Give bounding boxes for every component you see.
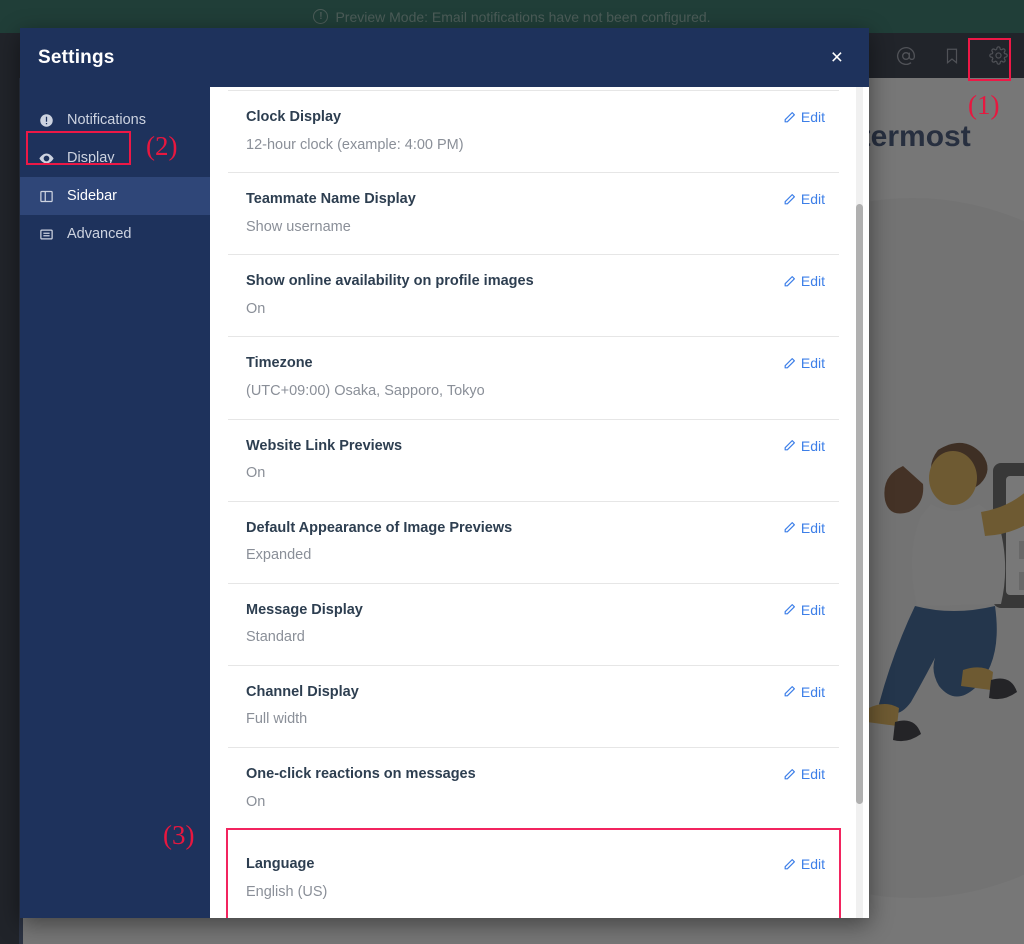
setting-title: Timezone [246, 354, 485, 374]
edit-button-label: Edit [801, 856, 825, 872]
edit-button-label: Edit [801, 684, 825, 700]
pencil-icon [783, 439, 796, 452]
settings-list-panel: Clock Display 12-hour clock (example: 4:0… [210, 87, 869, 918]
setting-value: On [246, 300, 534, 320]
setting-texts: Clock Display 12-hour clock (example: 4:0… [246, 108, 464, 155]
setting-title: One-click reactions on messages [246, 765, 476, 785]
columns-icon [38, 188, 55, 205]
setting-texts: Teammate Name Display Show username [246, 190, 416, 237]
setting-row-show-online-availability-on-profile-images: Show online availability on profile imag… [228, 255, 839, 337]
setting-texts: Language English (US) [246, 855, 327, 902]
edit-button-label: Edit [801, 191, 825, 207]
setting-row-teammate-name-display: Teammate Name Display Show username Edit [228, 173, 839, 255]
setting-row-language: Language English (US) Edit [228, 830, 839, 918]
settings-sidebar: Notifications Display [20, 87, 210, 918]
pencil-icon [783, 357, 796, 370]
close-icon[interactable]: × [823, 43, 851, 72]
app-root: ! Preview Mode: Email notifications have… [0, 0, 1024, 944]
sidebar-item-display[interactable]: Display [20, 139, 210, 177]
setting-title: Website Link Previews [246, 437, 402, 457]
edit-button[interactable]: Edit [783, 273, 839, 289]
setting-value: Standard [246, 628, 363, 648]
setting-value: Expanded [246, 546, 512, 566]
eye-icon [38, 150, 55, 167]
setting-value: English (US) [246, 883, 327, 903]
setting-texts: Message Display Standard [246, 601, 363, 648]
setting-value: On [246, 464, 402, 484]
setting-texts: Timezone (UTC+09:00) Osaka, Sapporo, Toky… [246, 354, 485, 401]
pencil-icon [783, 768, 796, 781]
edit-button[interactable]: Edit [783, 520, 839, 536]
settings-modal-title: Settings [38, 47, 115, 69]
edit-button[interactable]: Edit [783, 684, 839, 700]
setting-texts: Website Link Previews On [246, 437, 402, 484]
sidebar-item-label: Display [67, 150, 115, 166]
edit-button-label: Edit [801, 273, 825, 289]
setting-value: On [246, 793, 476, 813]
sidebar-item-sidebar[interactable]: Sidebar [20, 177, 210, 215]
settings-modal-header: Settings × [20, 28, 869, 87]
edit-button-label: Edit [801, 438, 825, 454]
setting-texts: Show online availability on profile imag… [246, 272, 534, 319]
edit-button-label: Edit [801, 355, 825, 371]
edit-button-label: Edit [801, 602, 825, 618]
pencil-icon [783, 685, 796, 698]
pencil-icon [783, 193, 796, 206]
setting-texts: One-click reactions on messages On [246, 765, 476, 812]
edit-button[interactable]: Edit [783, 766, 839, 782]
setting-title: Show online availability on profile imag… [246, 272, 534, 292]
setting-row-one-click-reactions-on-messages: One-click reactions on messages On Edit [228, 748, 839, 830]
edit-button[interactable]: Edit [783, 856, 839, 872]
settings-scrollbar-thumb[interactable] [856, 204, 863, 804]
setting-title: Clock Display [246, 108, 464, 128]
setting-value: Full width [246, 710, 359, 730]
sidebar-item-notifications[interactable]: Notifications [20, 101, 210, 139]
edit-button-label: Edit [801, 109, 825, 125]
setting-title: Language [246, 855, 327, 875]
list-icon [38, 226, 55, 243]
setting-title: Message Display [246, 601, 363, 621]
pencil-icon [783, 521, 796, 534]
setting-value: 12-hour clock (example: 4:00 PM) [246, 136, 464, 156]
setting-value: Show username [246, 218, 416, 238]
edit-button-label: Edit [801, 520, 825, 536]
sidebar-item-label: Sidebar [67, 188, 117, 204]
setting-texts: Channel Display Full width [246, 683, 359, 730]
setting-row-message-display: Message Display Standard Edit [228, 584, 839, 666]
sidebar-item-label: Advanced [67, 226, 132, 242]
edit-button[interactable]: Edit [783, 109, 839, 125]
setting-title: Teammate Name Display [246, 190, 416, 210]
setting-title: Channel Display [246, 683, 359, 703]
edit-button[interactable]: Edit [783, 438, 839, 454]
setting-title: Default Appearance of Image Previews [246, 519, 512, 539]
settings-list: Clock Display 12-hour clock (example: 4:0… [228, 87, 839, 918]
pencil-icon [783, 111, 796, 124]
sidebar-item-label: Notifications [67, 112, 146, 128]
setting-row-clock-display: Clock Display 12-hour clock (example: 4:0… [228, 91, 839, 173]
setting-row-default-appearance-of-image-previews: Default Appearance of Image Previews Expa… [228, 502, 839, 584]
sidebar-item-advanced[interactable]: Advanced [20, 215, 210, 253]
setting-value: (UTC+09:00) Osaka, Sapporo, Tokyo [246, 382, 485, 402]
bell-icon [38, 112, 55, 129]
edit-button[interactable]: Edit [783, 602, 839, 618]
setting-row-timezone: Timezone (UTC+09:00) Osaka, Sapporo, Toky… [228, 337, 839, 419]
setting-texts: Default Appearance of Image Previews Expa… [246, 519, 512, 566]
pencil-icon [783, 275, 796, 288]
edit-button[interactable]: Edit [783, 355, 839, 371]
settings-modal-body: Notifications Display [20, 87, 869, 918]
edit-button-label: Edit [801, 766, 825, 782]
pencil-icon [783, 858, 796, 871]
setting-row-channel-display: Channel Display Full width Edit [228, 666, 839, 748]
edit-button[interactable]: Edit [783, 191, 839, 207]
settings-modal: Settings × Notifications [20, 28, 869, 918]
pencil-icon [783, 603, 796, 616]
setting-row-website-link-previews: Website Link Previews On Edit [228, 420, 839, 502]
